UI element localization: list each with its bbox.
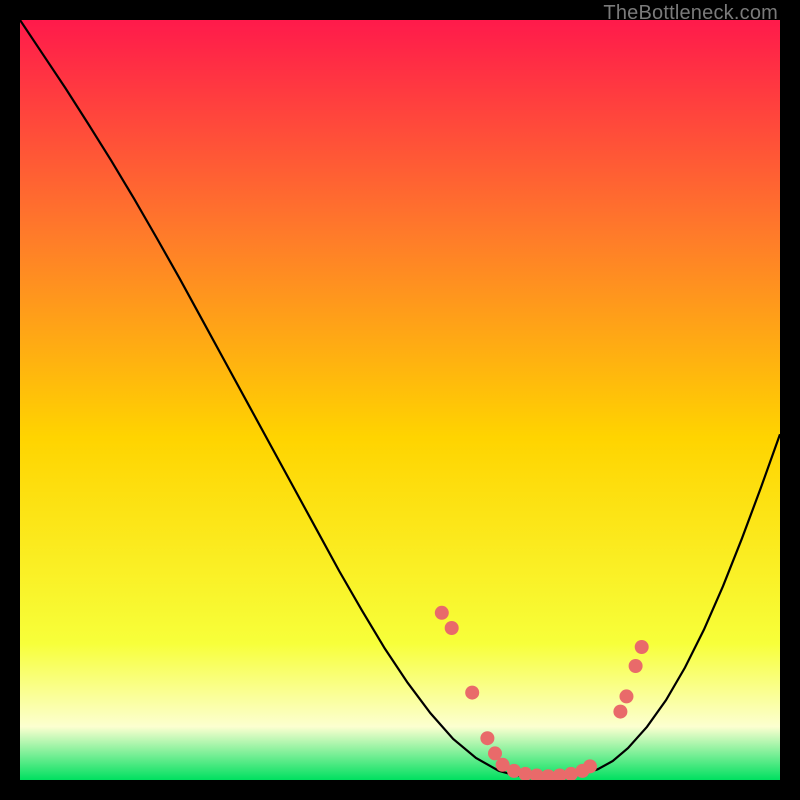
curve-marker [445, 621, 459, 635]
curve-marker [613, 705, 627, 719]
curve-marker [583, 759, 597, 773]
curve-marker [488, 746, 502, 760]
watermark-text: TheBottleneck.com [603, 2, 778, 25]
curve-marker [635, 640, 649, 654]
curve-marker [480, 731, 494, 745]
chart-background [20, 20, 780, 780]
curve-marker [629, 659, 643, 673]
curve-marker [465, 686, 479, 700]
curve-marker [435, 606, 449, 620]
bottleneck-chart [20, 20, 780, 780]
curve-marker [619, 689, 633, 703]
chart-frame: { "watermark": "TheBottleneck.com", "col… [0, 0, 800, 800]
